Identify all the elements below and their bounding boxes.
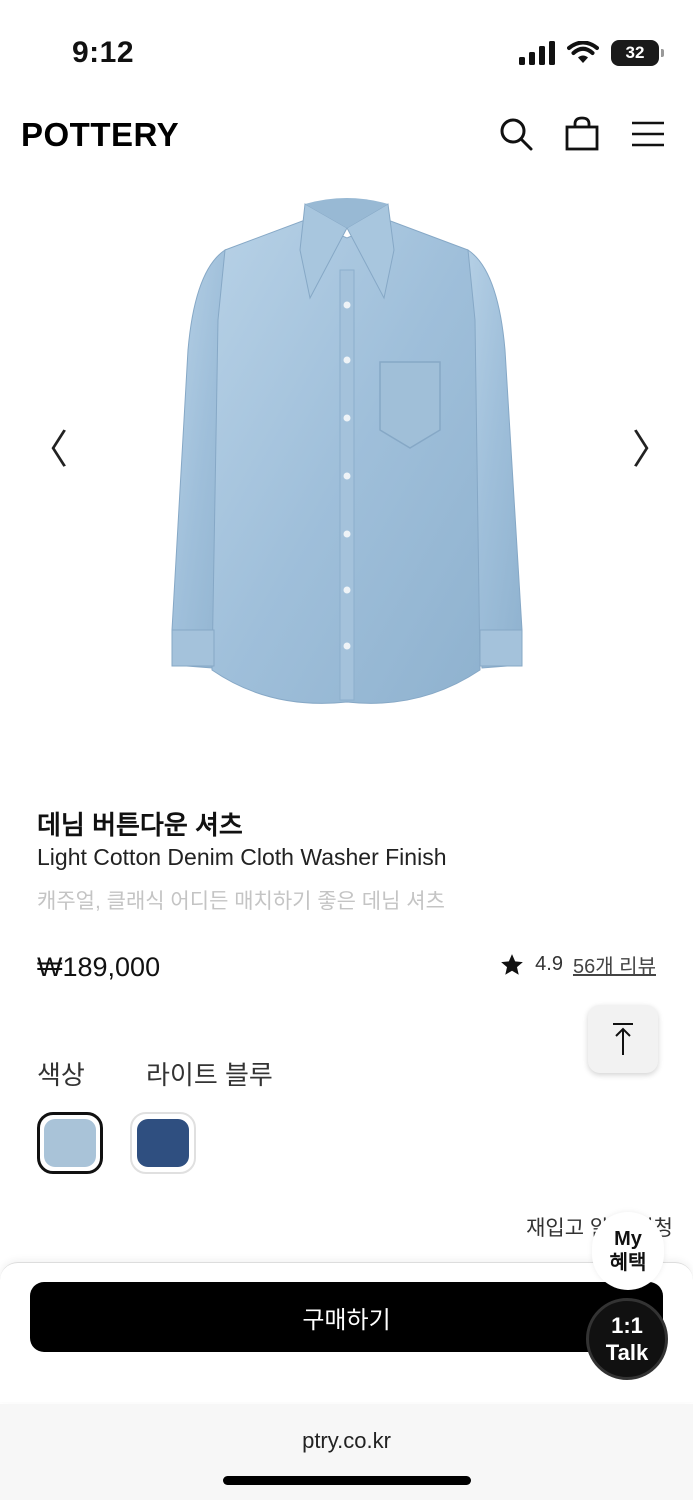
- status-bar: 9:12 32: [0, 0, 693, 100]
- site-header: POTTERY: [0, 100, 693, 170]
- battery-icon: 32: [611, 40, 664, 66]
- rating: 4.9 56개 리뷰: [499, 950, 656, 979]
- arrow-up-icon: [613, 1023, 633, 1055]
- rating-value: 4.9: [535, 953, 563, 975]
- product-image[interactable]: [0, 190, 693, 720]
- buy-button[interactable]: 구매하기: [30, 1282, 663, 1352]
- carousel-prev-icon[interactable]: 〈: [28, 430, 68, 470]
- star-icon: [501, 953, 524, 975]
- browser-url-bar[interactable]: ptry.co.kr: [0, 1404, 693, 1500]
- scroll-top-button[interactable]: [588, 1005, 658, 1073]
- signal-icon: [519, 41, 555, 65]
- product-subtitle: Light Cotton Denim Cloth Washer Finish: [37, 844, 447, 870]
- menu-icon[interactable]: [628, 114, 668, 154]
- product-price: ₩189,000: [37, 952, 161, 982]
- swatch-light-blue[interactable]: [37, 1112, 103, 1174]
- my-benefit-label-2: 혜택: [609, 1252, 647, 1274]
- my-benefit-button[interactable]: My 혜택: [592, 1212, 664, 1290]
- logo[interactable]: POTTERY: [21, 116, 179, 154]
- product-name: 데님 버튼다운 셔츠: [37, 810, 243, 840]
- product-description: 캐주얼, 클래식 어디든 매치하기 좋은 데님 셔츠: [37, 890, 445, 913]
- status-time: 9:12: [72, 36, 135, 69]
- talk-label-2: Talk: [605, 1340, 649, 1365]
- search-icon[interactable]: [496, 114, 536, 154]
- wifi-icon: [567, 41, 599, 63]
- home-indicator[interactable]: [223, 1476, 471, 1485]
- url-text[interactable]: ptry.co.kr: [0, 1428, 693, 1454]
- color-label: 색상: [37, 1060, 85, 1090]
- talk-button[interactable]: 1:1 Talk: [586, 1298, 668, 1380]
- shopping-bag-icon[interactable]: [562, 114, 602, 154]
- my-benefit-label-1: My: [614, 1228, 642, 1250]
- carousel-next-icon[interactable]: 〉: [632, 430, 672, 470]
- color-selected-value: 라이트 블루: [146, 1060, 273, 1090]
- status-icons: 32: [519, 40, 664, 66]
- review-link[interactable]: 56개 리뷰: [573, 950, 656, 979]
- talk-label-1: 1:1: [611, 1312, 643, 1338]
- swatch-navy[interactable]: [130, 1112, 196, 1174]
